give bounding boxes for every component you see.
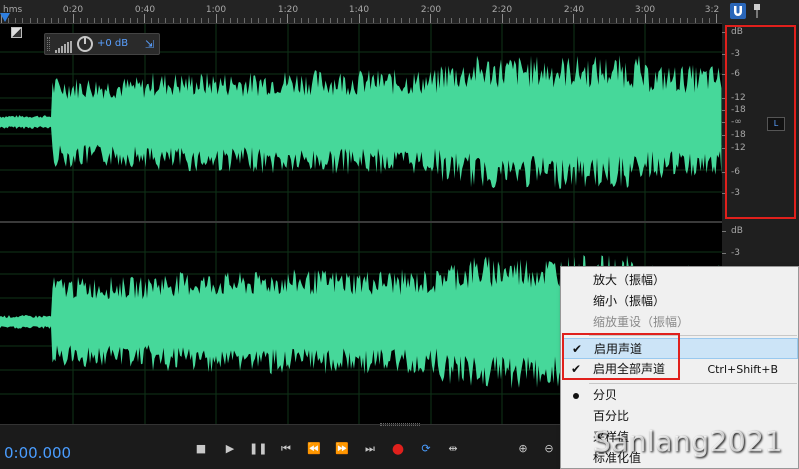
volume-knob-icon[interactable] bbox=[77, 36, 93, 52]
zoom-out-amplitude-icon[interactable]: ⊖ bbox=[540, 440, 558, 458]
hud-pin-icon[interactable]: ⇲ bbox=[145, 38, 154, 51]
ruler-tick-label: 2:00 bbox=[420, 5, 442, 15]
menu-item-shortcut: Ctrl+Shift+B bbox=[707, 363, 778, 376]
hud-grip-icon[interactable] bbox=[47, 37, 50, 51]
waveform-channel bbox=[0, 55, 722, 189]
pin-marker-icon[interactable] bbox=[752, 3, 762, 19]
menu-item-label: 缩放重设（振幅） bbox=[593, 315, 690, 329]
db-label: -3 bbox=[731, 248, 740, 258]
menu-item-decibels[interactable]: 分贝 bbox=[562, 385, 798, 406]
gain-value[interactable]: +0 dB bbox=[97, 38, 128, 49]
snap-magnet-icon[interactable] bbox=[730, 3, 746, 19]
playhead-marker[interactable] bbox=[0, 13, 10, 22]
play-button[interactable]: ▶ bbox=[221, 440, 239, 458]
zoom-in-amplitude-icon[interactable]: ⊕ bbox=[514, 440, 532, 458]
record-button[interactable]: ● bbox=[389, 440, 407, 458]
display-toggle-icon[interactable] bbox=[11, 27, 22, 38]
radio-bullet-icon bbox=[573, 393, 579, 399]
menu-separator bbox=[589, 383, 797, 384]
menu-item-label: 放大（振幅） bbox=[593, 273, 666, 287]
go-to-end-button[interactable]: ⏭ bbox=[361, 440, 379, 458]
ruler-tick-label: 3:2 bbox=[704, 5, 720, 15]
menu-item-label: 分贝 bbox=[593, 388, 618, 402]
pause-button[interactable]: ❚❚ bbox=[249, 440, 267, 458]
timeline-ruler[interactable]: hms 0:20 0:40 1:00 1:20 1:40 2:00 2:20 2… bbox=[0, 0, 722, 24]
db-label: dB bbox=[731, 226, 743, 236]
menu-item-label: 缩小（振幅） bbox=[593, 294, 666, 308]
fast-forward-button[interactable]: ⏩ bbox=[333, 440, 351, 458]
stop-button[interactable]: ■ bbox=[192, 440, 210, 458]
gain-hud[interactable]: +0 dB ⇲ bbox=[44, 33, 160, 55]
ruler-tick-label: 0:40 bbox=[134, 5, 156, 15]
skip-silence-button[interactable]: ⇹ bbox=[444, 440, 462, 458]
menu-item-percent[interactable]: 百分比 bbox=[562, 406, 798, 427]
annotation-highlight-box bbox=[725, 25, 796, 219]
loop-button[interactable]: ⟳ bbox=[417, 440, 435, 458]
annotation-highlight-box bbox=[562, 333, 680, 380]
ruler-tick-label: 2:40 bbox=[563, 5, 585, 15]
level-meter-icon bbox=[55, 38, 73, 53]
menu-item-zoom-in[interactable]: 放大（振幅） bbox=[562, 270, 798, 291]
go-to-start-button[interactable]: ⏮ bbox=[277, 440, 295, 458]
rewind-button[interactable]: ⏪ bbox=[305, 440, 323, 458]
menu-item-label: 百分比 bbox=[593, 409, 630, 423]
watermark: Sanlang2021 bbox=[593, 425, 783, 458]
current-time-display[interactable]: 0:00.000 bbox=[4, 444, 71, 462]
ruler-tools bbox=[722, 0, 799, 24]
menu-item-zoom-reset: 缩放重设（振幅） bbox=[562, 312, 798, 333]
panel-resize-handle[interactable] bbox=[380, 423, 420, 426]
menu-item-zoom-out[interactable]: 缩小（振幅） bbox=[562, 291, 798, 312]
ruler-tick-label: 1:20 bbox=[277, 5, 299, 15]
